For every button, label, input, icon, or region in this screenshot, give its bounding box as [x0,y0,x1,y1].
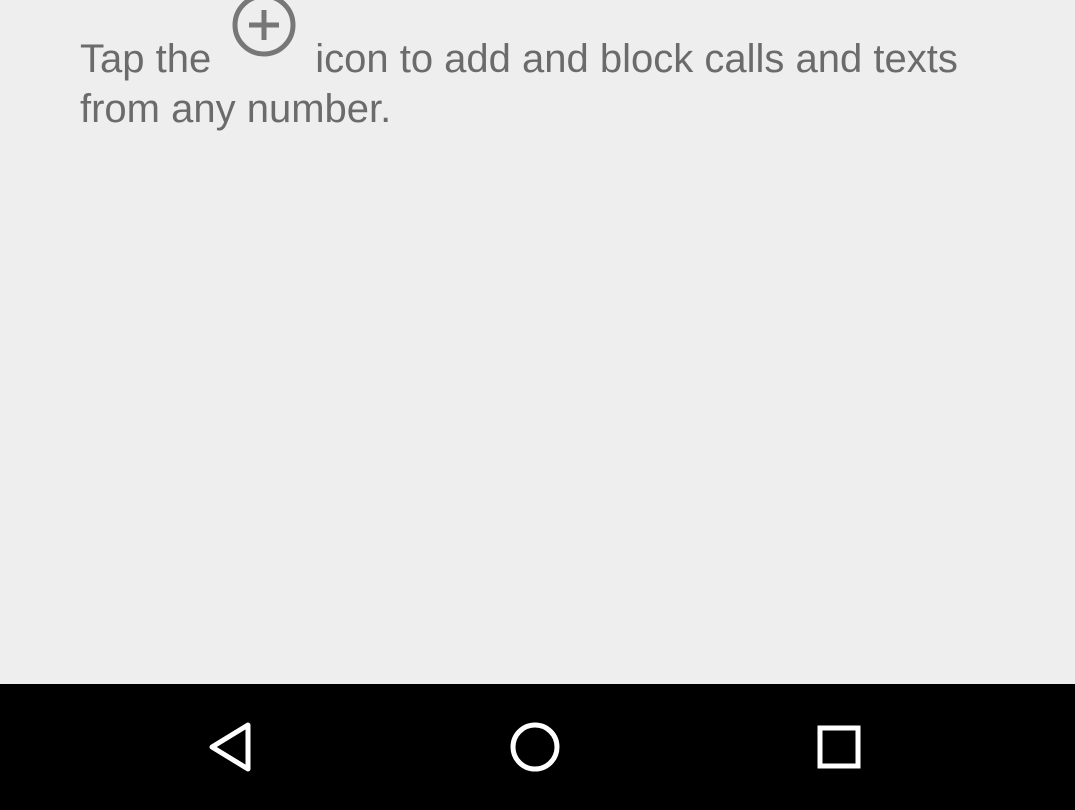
system-navigation-bar [0,684,1075,810]
back-icon [209,722,251,772]
blocked-numbers-list-empty: Tap the icon to add and block calls and t… [0,0,1075,684]
recents-button[interactable] [779,684,899,810]
empty-state-message: Tap the icon to add and block calls and t… [80,0,980,134]
back-button[interactable] [172,684,292,810]
screen: Tap the icon to add and block calls and t… [0,0,1075,810]
empty-state-text-end: icon to add and block calls and texts fr… [80,37,958,131]
home-button[interactable] [475,684,595,810]
recents-icon [817,725,861,769]
add-circle-icon [231,0,297,74]
empty-state-text-start: Tap the [80,37,212,81]
home-icon [510,722,560,772]
